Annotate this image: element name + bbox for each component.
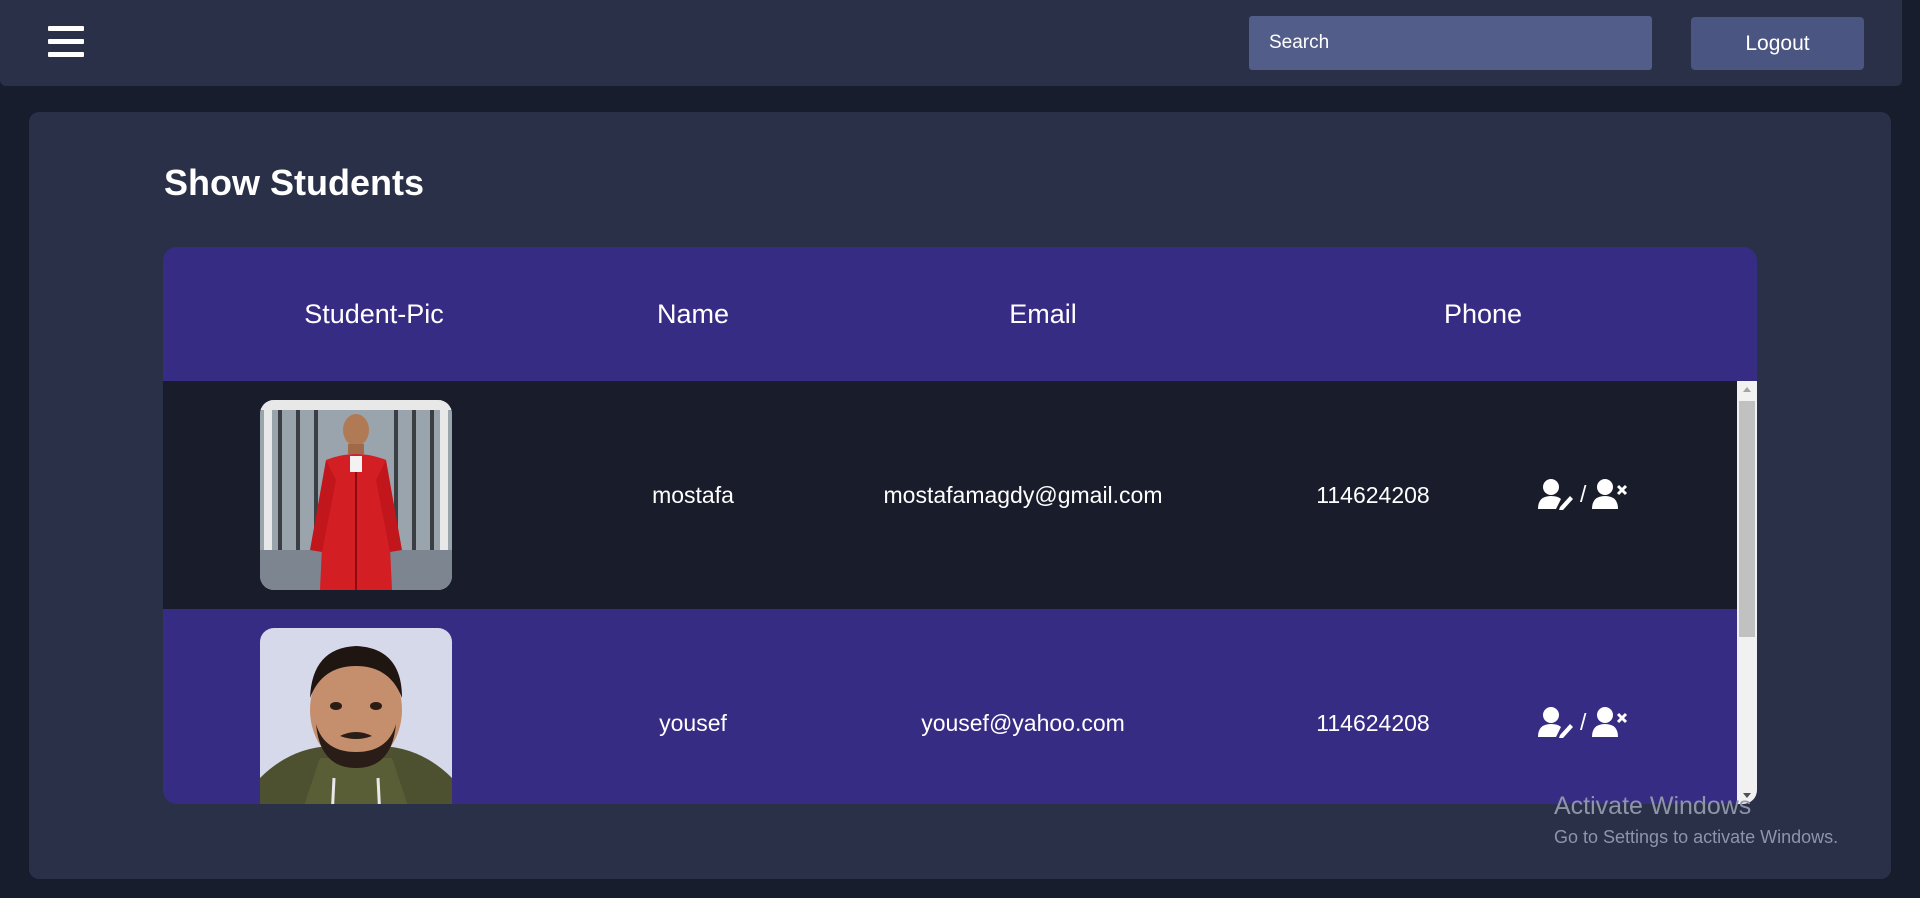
student-name: mostafa — [652, 482, 734, 508]
column-header-name: Name — [656, 299, 730, 329]
table-header: Student-Pic Name Email Phone — [163, 247, 1757, 381]
top-navbar: Logout — [0, 0, 1902, 86]
student-photo — [260, 628, 452, 804]
student-email: yousef@yahoo.com — [921, 710, 1125, 736]
row-actions: / — [1538, 477, 1628, 511]
action-separator: / — [1580, 480, 1587, 507]
student-name: yousef — [659, 710, 727, 736]
user-delete-icon[interactable] — [1592, 706, 1628, 738]
scrollbar-thumb[interactable] — [1739, 401, 1755, 637]
logout-button[interactable]: Logout — [1691, 17, 1864, 70]
student-photo — [260, 400, 452, 590]
user-edit-icon[interactable] — [1538, 706, 1574, 738]
search-input[interactable] — [1249, 16, 1652, 70]
student-email: mostafamagdy@gmail.com — [883, 482, 1163, 508]
column-header-email: Email — [1009, 299, 1077, 329]
table-scrollbar[interactable] — [1737, 381, 1757, 804]
scroll-up-arrow-icon[interactable] — [1737, 381, 1757, 399]
students-table: Student-Pic Name Email Phone mostafa mos… — [163, 247, 1757, 804]
table-body[interactable]: mostafa mostafamagdy@gmail.com 114624208… — [163, 381, 1757, 804]
table-row: mostafa mostafamagdy@gmail.com 114624208… — [163, 381, 1737, 609]
action-separator: / — [1580, 708, 1587, 735]
watermark-title: Activate Windows — [1554, 792, 1752, 820]
student-phone: 114624208 — [1316, 710, 1430, 736]
hamburger-menu-icon[interactable] — [48, 26, 84, 58]
row-actions: / — [1538, 705, 1628, 739]
user-edit-icon[interactable] — [1538, 478, 1574, 510]
user-delete-icon[interactable] — [1592, 478, 1628, 510]
column-header-student-pic: Student-Pic — [304, 299, 444, 329]
column-header-phone: Phone — [1443, 299, 1523, 329]
student-phone: 114624208 — [1316, 482, 1430, 508]
watermark-subtitle: Go to Settings to activate Windows. — [1554, 827, 1839, 847]
page-title: Show Students — [164, 162, 424, 203]
table-row: yousef yousef@yahoo.com 114624208 / — [163, 609, 1737, 804]
windows-activation-watermark: Activate Windows Go to Settings to activ… — [1554, 792, 1838, 848]
